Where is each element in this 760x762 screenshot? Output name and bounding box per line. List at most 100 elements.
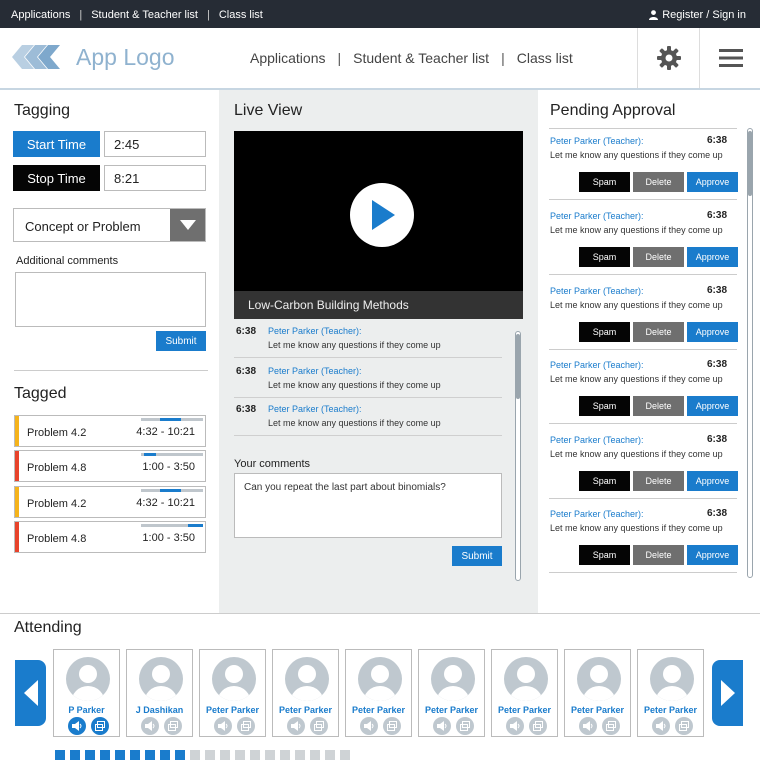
start-time-button[interactable]: Start Time	[13, 131, 100, 157]
attendee-card[interactable]: Peter Parker	[199, 649, 266, 737]
screen-share-icon[interactable]	[383, 717, 401, 735]
screen-share-icon[interactable]	[529, 717, 547, 735]
top-link-class-list[interactable]: Class list	[219, 9, 263, 21]
pagination-dot[interactable]	[325, 750, 335, 760]
pagination-dot[interactable]	[160, 750, 170, 760]
menu-button[interactable]	[699, 28, 760, 88]
spam-button[interactable]: Spam	[579, 247, 630, 267]
spam-button[interactable]: Spam	[579, 396, 630, 416]
pagination-dot[interactable]	[100, 750, 110, 760]
pagination-dot[interactable]	[340, 750, 350, 760]
nav-applications[interactable]: Applications	[250, 50, 326, 66]
pagination-dot[interactable]	[85, 750, 95, 760]
pagination-dot[interactable]	[280, 750, 290, 760]
stop-time-field[interactable]: 8:21	[104, 165, 206, 191]
approve-button[interactable]: Approve	[687, 322, 738, 342]
start-time-field[interactable]: 2:45	[104, 131, 206, 157]
approve-button[interactable]: Approve	[687, 172, 738, 192]
delete-button[interactable]: Delete	[633, 247, 684, 267]
approve-button[interactable]: Approve	[687, 545, 738, 565]
tagged-item[interactable]: Problem 4.8 1:00 - 3:50	[14, 450, 206, 482]
settings-button[interactable]	[637, 28, 699, 88]
audio-icon[interactable]	[506, 717, 524, 735]
top-link-student-teacher-list[interactable]: Student & Teacher list	[91, 9, 198, 21]
tagged-item[interactable]: Problem 4.8 1:00 - 3:50	[14, 521, 206, 553]
pagination-dot[interactable]	[55, 750, 65, 760]
chat-author[interactable]: Peter Parker (Teacher):	[268, 326, 362, 336]
nav-student-teacher-list[interactable]: Student & Teacher list	[353, 50, 489, 66]
attendee-card[interactable]: Peter Parker	[564, 649, 631, 737]
spam-button[interactable]: Spam	[579, 322, 630, 342]
pending-scrollbar[interactable]	[747, 128, 753, 578]
chat-author[interactable]: Peter Parker (Teacher):	[268, 404, 362, 414]
register-signin-link[interactable]: Register / Sign in	[649, 9, 746, 21]
pending-author[interactable]: Peter Parker (Teacher):	[550, 286, 644, 296]
play-button[interactable]	[350, 183, 414, 247]
pagination-dot[interactable]	[250, 750, 260, 760]
delete-button[interactable]: Delete	[633, 396, 684, 416]
screen-share-icon[interactable]	[164, 717, 182, 735]
pagination-dot[interactable]	[145, 750, 155, 760]
pagination-dot[interactable]	[295, 750, 305, 760]
pagination-dot[interactable]	[235, 750, 245, 760]
attendee-card[interactable]: P Parker	[53, 649, 120, 737]
nav-class-list[interactable]: Class list	[517, 50, 573, 66]
approve-button[interactable]: Approve	[687, 396, 738, 416]
pending-author[interactable]: Peter Parker (Teacher):	[550, 435, 644, 445]
attendee-card[interactable]: Peter Parker	[418, 649, 485, 737]
chat-author[interactable]: Peter Parker (Teacher):	[268, 366, 362, 376]
audio-icon[interactable]	[360, 717, 378, 735]
attendee-card[interactable]: Peter Parker	[272, 649, 339, 737]
spam-button[interactable]: Spam	[579, 172, 630, 192]
approve-button[interactable]: Approve	[687, 471, 738, 491]
audio-icon[interactable]	[433, 717, 451, 735]
additional-comments-input[interactable]	[15, 272, 206, 327]
stop-time-button[interactable]: Stop Time	[13, 165, 100, 191]
attendee-card[interactable]: Peter Parker	[637, 649, 704, 737]
audio-icon[interactable]	[579, 717, 597, 735]
tag-type-select[interactable]: Concept or Problem	[13, 208, 206, 242]
delete-button[interactable]: Delete	[633, 545, 684, 565]
pending-author[interactable]: Peter Parker (Teacher):	[550, 136, 644, 146]
attendee-card[interactable]: Peter Parker	[345, 649, 412, 737]
tagged-item[interactable]: Problem 4.2 4:32 - 10:21	[14, 486, 206, 518]
delete-button[interactable]: Delete	[633, 172, 684, 192]
pending-author[interactable]: Peter Parker (Teacher):	[550, 211, 644, 221]
chat-scrollbar[interactable]	[515, 331, 521, 581]
scrollbar-thumb[interactable]	[748, 131, 752, 196]
attending-prev-button[interactable]	[15, 660, 46, 726]
audio-icon[interactable]	[214, 717, 232, 735]
audio-icon[interactable]	[652, 717, 670, 735]
audio-icon[interactable]	[68, 717, 86, 735]
pagination-dot[interactable]	[70, 750, 80, 760]
approve-button[interactable]: Approve	[687, 247, 738, 267]
pagination-dot[interactable]	[175, 750, 185, 760]
screen-share-icon[interactable]	[456, 717, 474, 735]
pagination-dot[interactable]	[310, 750, 320, 760]
screen-share-icon[interactable]	[91, 717, 109, 735]
spam-button[interactable]: Spam	[579, 471, 630, 491]
attendee-card[interactable]: J Dashikan	[126, 649, 193, 737]
app-logo[interactable]: App Logo	[12, 42, 174, 72]
pending-author[interactable]: Peter Parker (Teacher):	[550, 360, 644, 370]
screen-share-icon[interactable]	[237, 717, 255, 735]
audio-icon[interactable]	[141, 717, 159, 735]
pending-author[interactable]: Peter Parker (Teacher):	[550, 509, 644, 519]
top-link-applications[interactable]: Applications	[11, 9, 70, 21]
comment-submit-button[interactable]: Submit	[452, 546, 502, 566]
tag-submit-button[interactable]: Submit	[156, 331, 206, 351]
audio-icon[interactable]	[287, 717, 305, 735]
screen-share-icon[interactable]	[310, 717, 328, 735]
tagged-item[interactable]: Problem 4.2 4:32 - 10:21	[14, 415, 206, 447]
attending-next-button[interactable]	[712, 660, 743, 726]
pagination-dot[interactable]	[265, 750, 275, 760]
your-comments-input[interactable]: Can you repeat the last part about binom…	[234, 473, 502, 538]
scrollbar-thumb[interactable]	[516, 334, 520, 399]
pagination-dot[interactable]	[115, 750, 125, 760]
video-player[interactable]: Low-Carbon Building Methods	[234, 131, 523, 319]
pagination-dot[interactable]	[205, 750, 215, 760]
pagination-dot[interactable]	[190, 750, 200, 760]
screen-share-icon[interactable]	[602, 717, 620, 735]
pagination-dot[interactable]	[220, 750, 230, 760]
screen-share-icon[interactable]	[675, 717, 693, 735]
